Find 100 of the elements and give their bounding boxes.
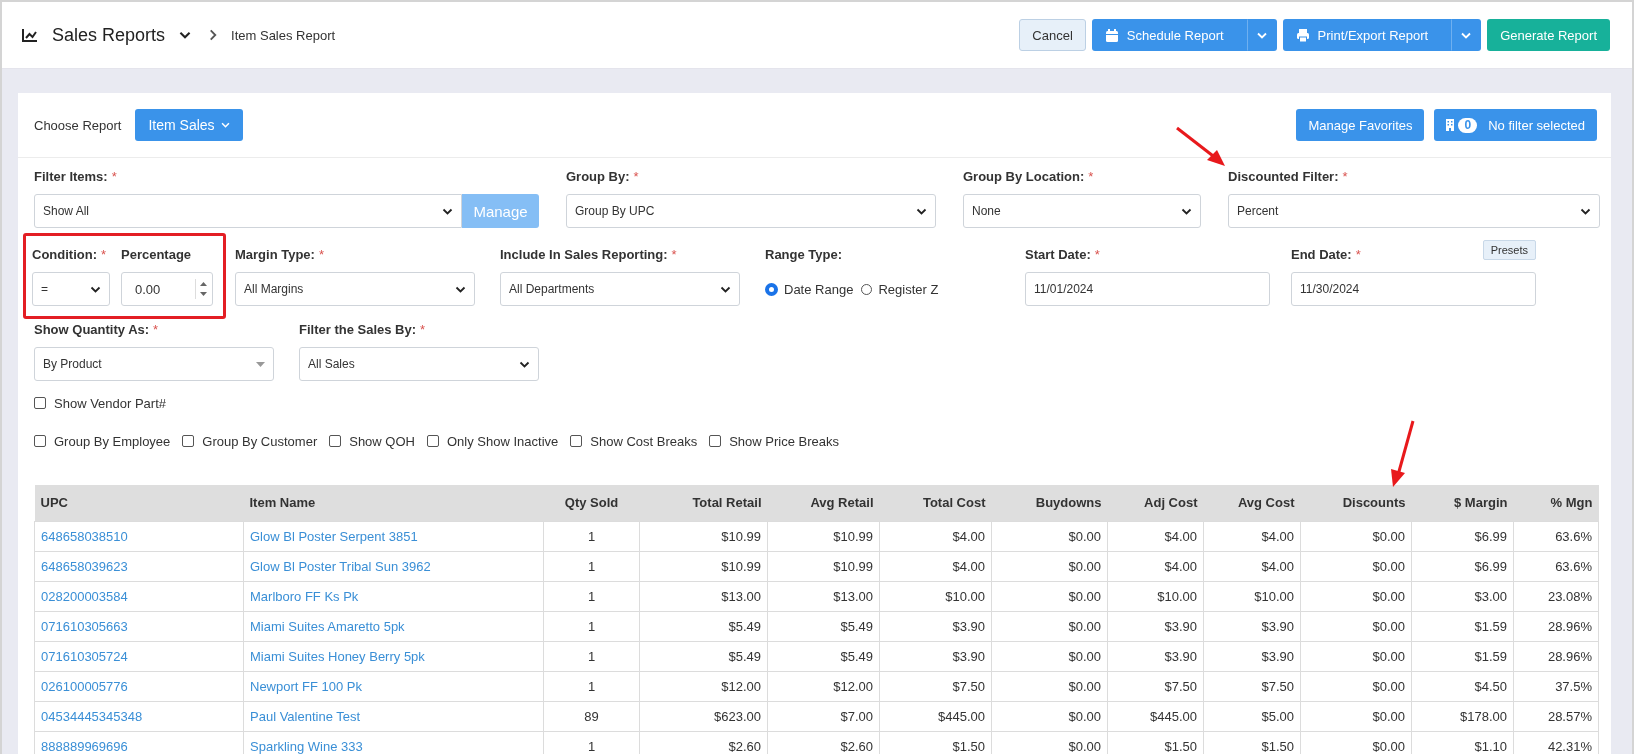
annotation-arrow [1389, 419, 1417, 489]
column-header: Discounts [1300, 485, 1412, 521]
table-cell: $7.50 [1203, 671, 1301, 701]
table-cell: $445.00 [879, 701, 992, 731]
report-button[interactable]: Schedule Report [1091, 19, 1247, 51]
field-label: Start Date: [1025, 246, 1091, 262]
table-cell: $0.00 [991, 671, 1108, 701]
table-cell: $7.50 [879, 671, 992, 701]
table-cell: $178.00 [1411, 701, 1514, 731]
column-header: Buydowns [991, 485, 1108, 521]
table-cell: $5.49 [639, 641, 768, 671]
required-asterisk: * [1094, 246, 1100, 262]
checkbox-label: Group By Employee [54, 433, 171, 449]
calendar-icon [1104, 27, 1119, 43]
dropdown-toggle[interactable] [1451, 19, 1482, 51]
count-badge: 0 [1458, 117, 1478, 133]
column-header: Qty Sold [543, 485, 640, 521]
field-label: Group By: [566, 168, 630, 184]
select-field[interactable]: All Margins [235, 272, 475, 306]
select-field[interactable]: All Departments [500, 272, 740, 306]
item-link[interactable]: Newport FF 100 Pk [250, 678, 362, 694]
required-asterisk: * [1088, 168, 1094, 184]
table-cell: 63.6% [1513, 521, 1599, 551]
table-cell: 1 [543, 671, 640, 701]
table-cell: $0.00 [991, 641, 1108, 671]
column-header: $ Margin [1411, 485, 1514, 521]
checkbox-label: Only Show Inactive [446, 433, 559, 449]
checkbox[interactable] [426, 435, 439, 447]
required-asterisk: * [420, 321, 426, 337]
triangle-down-icon [256, 361, 265, 367]
table-cell: $3.90 [1107, 611, 1204, 641]
table-cell: 28.96% [1513, 611, 1599, 641]
field-label: Filter the Sales By: [299, 321, 417, 337]
table-cell: 28.96% [1513, 641, 1599, 671]
number-field[interactable]: 0.00 [121, 272, 213, 306]
field-label: End Date: [1291, 246, 1352, 262]
date-field[interactable]: 11/01/2024 [1025, 272, 1270, 306]
required-asterisk: * [1355, 246, 1361, 262]
date-field[interactable]: 11/30/2024 [1291, 272, 1536, 306]
select-field[interactable]: Group By UPC [566, 194, 936, 228]
column-header: Total Retail [639, 485, 768, 521]
table-cell: 1 [543, 581, 640, 611]
table-cell: $0.00 [991, 581, 1108, 611]
checkbox[interactable] [182, 435, 195, 447]
table-cell: $12.00 [767, 671, 880, 701]
item-link[interactable]: Paul Valentine Test [250, 708, 361, 724]
table-cell: $3.90 [1107, 641, 1204, 671]
field-label: Filter Items: [34, 168, 108, 184]
required-asterisk: * [111, 168, 117, 184]
table-cell: $0.00 [991, 551, 1108, 581]
presets-button[interactable]: Presets [1482, 240, 1536, 260]
manage-button[interactable]: Manage [462, 194, 539, 228]
select-field[interactable]: By Product [34, 347, 274, 381]
select-field[interactable]: All Sales [299, 347, 539, 381]
field-label: Percentage [121, 246, 192, 262]
checkbox[interactable] [34, 435, 46, 447]
generate-report-button[interactable]: Generate Report [1487, 19, 1610, 51]
item-link[interactable]: Marlboro FF Ks Pk [250, 588, 359, 604]
manage-favorites-button[interactable]: Manage Favorites [1296, 109, 1425, 141]
table-cell: 23.08% [1513, 581, 1599, 611]
table-cell: $4.00 [879, 551, 992, 581]
table-cell: $0.00 [1300, 521, 1412, 551]
dropdown-toggle[interactable] [1246, 19, 1277, 51]
select-field[interactable]: None [963, 194, 1201, 228]
checkbox[interactable] [329, 435, 342, 447]
field-label: Group By Location: [963, 168, 1085, 184]
checkbox[interactable] [570, 435, 583, 447]
table-cell: 1 [543, 641, 640, 671]
table-cell: $10.00 [1107, 581, 1204, 611]
checkbox-label: Show QOH [349, 433, 415, 449]
select-field[interactable]: = [32, 272, 110, 306]
line-chart-icon [22, 28, 38, 42]
radio-button[interactable] [765, 283, 778, 296]
field-label: Show Quantity As: [34, 321, 150, 337]
report-dropdown[interactable]: Item Sales [135, 109, 243, 141]
table-cell: 1 [543, 611, 640, 641]
table-cell: $10.00 [879, 581, 992, 611]
table-cell: $0.00 [1300, 581, 1412, 611]
checkbox[interactable] [709, 435, 722, 447]
table-cell: $0.00 [1300, 671, 1412, 701]
select-field[interactable]: Percent [1228, 194, 1600, 228]
required-asterisk: * [153, 321, 159, 337]
table-cell: $10.99 [639, 521, 768, 551]
table-cell: $0.00 [991, 521, 1108, 551]
table-cell: 37.5% [1513, 671, 1599, 701]
table-cell: $3.90 [879, 641, 992, 671]
select-field[interactable]: Show All [34, 194, 462, 228]
breadcrumb: Item Sales Report [231, 27, 336, 43]
checkbox[interactable] [34, 397, 46, 409]
filter-button[interactable]: 0 No filter selected [1434, 109, 1597, 141]
table-cell: $0.00 [1300, 701, 1412, 731]
table-cell: 89 [543, 701, 640, 731]
table-cell: $5.49 [767, 641, 880, 671]
chevron-down-icon [1181, 207, 1192, 215]
page-title: Sales Reports [52, 24, 166, 46]
column-header: Avg Retail [767, 485, 880, 521]
cancel-button[interactable]: Cancel [1019, 19, 1086, 51]
report-button[interactable]: Print/Export Report [1282, 19, 1452, 51]
field-label: Margin Type: [235, 246, 315, 262]
checkbox-label: Show Vendor Part# [54, 395, 167, 411]
